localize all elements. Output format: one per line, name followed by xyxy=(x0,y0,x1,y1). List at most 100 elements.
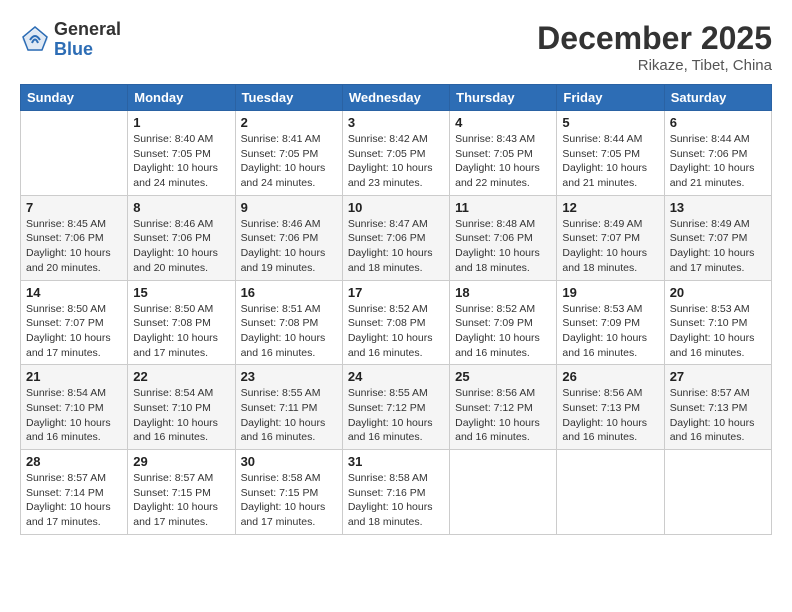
calendar-cell xyxy=(450,450,557,535)
day-number: 21 xyxy=(26,369,122,384)
day-number: 11 xyxy=(455,200,551,215)
cell-info: Sunrise: 8:57 AMSunset: 7:13 PMDaylight:… xyxy=(670,386,766,445)
cell-info: Sunrise: 8:54 AMSunset: 7:10 PMDaylight:… xyxy=(133,386,229,445)
title-block: December 2025 Rikaze, Tibet, China xyxy=(537,20,772,74)
day-number: 22 xyxy=(133,369,229,384)
calendar-cell: 22 Sunrise: 8:54 AMSunset: 7:10 PMDayligh… xyxy=(128,365,235,450)
calendar-week-row: 28 Sunrise: 8:57 AMSunset: 7:14 PMDayligh… xyxy=(21,450,772,535)
calendar-cell: 12 Sunrise: 8:49 AMSunset: 7:07 PMDayligh… xyxy=(557,195,664,280)
day-number: 7 xyxy=(26,200,122,215)
day-number: 25 xyxy=(455,369,551,384)
cell-info: Sunrise: 8:58 AMSunset: 7:16 PMDaylight:… xyxy=(348,471,444,530)
day-number: 24 xyxy=(348,369,444,384)
day-number: 14 xyxy=(26,285,122,300)
day-number: 16 xyxy=(241,285,337,300)
cell-info: Sunrise: 8:57 AMSunset: 7:15 PMDaylight:… xyxy=(133,471,229,530)
cell-info: Sunrise: 8:44 AMSunset: 7:06 PMDaylight:… xyxy=(670,132,766,191)
day-number: 18 xyxy=(455,285,551,300)
calendar-cell: 16 Sunrise: 8:51 AMSunset: 7:08 PMDayligh… xyxy=(235,280,342,365)
calendar-cell: 4 Sunrise: 8:43 AMSunset: 7:05 PMDaylight… xyxy=(450,111,557,196)
weekday-header: Sunday xyxy=(21,85,128,111)
calendar-cell: 29Sunrise: 8:57 AMSunset: 7:15 PMDayligh… xyxy=(128,450,235,535)
calendar-cell: 14 Sunrise: 8:50 AMSunset: 7:07 PMDayligh… xyxy=(21,280,128,365)
cell-info: Sunrise: 8:42 AMSunset: 7:05 PMDaylight:… xyxy=(348,132,444,191)
weekday-row: SundayMondayTuesdayWednesdayThursdayFrid… xyxy=(21,85,772,111)
cell-info: Sunrise: 8:51 AMSunset: 7:08 PMDaylight:… xyxy=(241,302,337,361)
logo: General Blue xyxy=(20,20,121,60)
day-number: 3 xyxy=(348,115,444,130)
calendar-cell: 9Sunrise: 8:46 AMSunset: 7:06 PMDaylight… xyxy=(235,195,342,280)
calendar-cell: 26Sunrise: 8:56 AMSunset: 7:13 PMDayligh… xyxy=(557,365,664,450)
calendar-cell: 18 Sunrise: 8:52 AMSunset: 7:09 PMDayligh… xyxy=(450,280,557,365)
cell-info: Sunrise: 8:52 AMSunset: 7:08 PMDaylight:… xyxy=(348,302,444,361)
calendar-cell xyxy=(664,450,771,535)
calendar-cell xyxy=(21,111,128,196)
calendar-cell: 31Sunrise: 8:58 AMSunset: 7:16 PMDayligh… xyxy=(342,450,449,535)
cell-info: Sunrise: 8:46 AMSunset: 7:06 PMDaylight:… xyxy=(241,217,337,276)
day-number: 12 xyxy=(562,200,658,215)
cell-info: Sunrise: 8:46 AMSunset: 7:06 PMDaylight:… xyxy=(133,217,229,276)
day-number: 20 xyxy=(670,285,766,300)
cell-info: Sunrise: 8:56 AMSunset: 7:12 PMDaylight:… xyxy=(455,386,551,445)
day-number: 1 xyxy=(133,115,229,130)
month-title: December 2025 xyxy=(537,20,772,57)
weekday-header: Monday xyxy=(128,85,235,111)
day-number: 6 xyxy=(670,115,766,130)
page-header: General Blue December 2025 Rikaze, Tibet… xyxy=(20,20,772,74)
calendar-header: SundayMondayTuesdayWednesdayThursdayFrid… xyxy=(21,85,772,111)
cell-info: Sunrise: 8:44 AMSunset: 7:05 PMDaylight:… xyxy=(562,132,658,191)
calendar-cell: 24 Sunrise: 8:55 AMSunset: 7:12 PMDayligh… xyxy=(342,365,449,450)
calendar-cell: 20Sunrise: 8:53 AMSunset: 7:10 PMDayligh… xyxy=(664,280,771,365)
calendar-cell xyxy=(557,450,664,535)
day-number: 28 xyxy=(26,454,122,469)
day-number: 23 xyxy=(241,369,337,384)
cell-info: Sunrise: 8:52 AMSunset: 7:09 PMDaylight:… xyxy=(455,302,551,361)
weekday-header: Thursday xyxy=(450,85,557,111)
cell-info: Sunrise: 8:41 AMSunset: 7:05 PMDaylight:… xyxy=(241,132,337,191)
day-number: 13 xyxy=(670,200,766,215)
calendar-cell: 6 Sunrise: 8:44 AMSunset: 7:06 PMDaylight… xyxy=(664,111,771,196)
cell-info: Sunrise: 8:58 AMSunset: 7:15 PMDaylight:… xyxy=(241,471,337,530)
calendar-cell: 3 Sunrise: 8:42 AMSunset: 7:05 PMDaylight… xyxy=(342,111,449,196)
cell-info: Sunrise: 8:57 AMSunset: 7:14 PMDaylight:… xyxy=(26,471,122,530)
cell-info: Sunrise: 8:49 AMSunset: 7:07 PMDaylight:… xyxy=(562,217,658,276)
weekday-header: Saturday xyxy=(664,85,771,111)
location: Rikaze, Tibet, China xyxy=(537,57,772,74)
day-number: 30 xyxy=(241,454,337,469)
calendar-cell: 27 Sunrise: 8:57 AMSunset: 7:13 PMDayligh… xyxy=(664,365,771,450)
cell-info: Sunrise: 8:43 AMSunset: 7:05 PMDaylight:… xyxy=(455,132,551,191)
cell-info: Sunrise: 8:56 AMSunset: 7:13 PMDaylight:… xyxy=(562,386,658,445)
day-number: 2 xyxy=(241,115,337,130)
day-number: 17 xyxy=(348,285,444,300)
logo-text: General Blue xyxy=(54,20,121,60)
day-number: 4 xyxy=(455,115,551,130)
cell-info: Sunrise: 8:49 AMSunset: 7:07 PMDaylight:… xyxy=(670,217,766,276)
cell-info: Sunrise: 8:55 AMSunset: 7:12 PMDaylight:… xyxy=(348,386,444,445)
calendar-cell: 15Sunrise: 8:50 AMSunset: 7:08 PMDayligh… xyxy=(128,280,235,365)
weekday-header: Tuesday xyxy=(235,85,342,111)
calendar-cell: 11Sunrise: 8:48 AMSunset: 7:06 PMDayligh… xyxy=(450,195,557,280)
calendar-cell: 23 Sunrise: 8:55 AMSunset: 7:11 PMDayligh… xyxy=(235,365,342,450)
logo-general: General xyxy=(54,20,121,40)
cell-info: Sunrise: 8:50 AMSunset: 7:08 PMDaylight:… xyxy=(133,302,229,361)
weekday-header: Friday xyxy=(557,85,664,111)
calendar-week-row: 1 Sunrise: 8:40 AMSunset: 7:05 PMDaylight… xyxy=(21,111,772,196)
calendar-cell: 28 Sunrise: 8:57 AMSunset: 7:14 PMDayligh… xyxy=(21,450,128,535)
cell-info: Sunrise: 8:54 AMSunset: 7:10 PMDaylight:… xyxy=(26,386,122,445)
day-number: 5 xyxy=(562,115,658,130)
calendar-cell: 21 Sunrise: 8:54 AMSunset: 7:10 PMDayligh… xyxy=(21,365,128,450)
calendar-cell: 10Sunrise: 8:47 AMSunset: 7:06 PMDayligh… xyxy=(342,195,449,280)
calendar-cell: 17 Sunrise: 8:52 AMSunset: 7:08 PMDayligh… xyxy=(342,280,449,365)
cell-info: Sunrise: 8:55 AMSunset: 7:11 PMDaylight:… xyxy=(241,386,337,445)
day-number: 8 xyxy=(133,200,229,215)
weekday-header: Wednesday xyxy=(342,85,449,111)
calendar-week-row: 7Sunrise: 8:45 AMSunset: 7:06 PMDaylight… xyxy=(21,195,772,280)
day-number: 10 xyxy=(348,200,444,215)
calendar-cell: 5 Sunrise: 8:44 AMSunset: 7:05 PMDaylight… xyxy=(557,111,664,196)
cell-info: Sunrise: 8:50 AMSunset: 7:07 PMDaylight:… xyxy=(26,302,122,361)
calendar-week-row: 21 Sunrise: 8:54 AMSunset: 7:10 PMDayligh… xyxy=(21,365,772,450)
calendar-cell: 13 Sunrise: 8:49 AMSunset: 7:07 PMDayligh… xyxy=(664,195,771,280)
day-number: 27 xyxy=(670,369,766,384)
calendar: SundayMondayTuesdayWednesdayThursdayFrid… xyxy=(20,84,772,535)
cell-info: Sunrise: 8:40 AMSunset: 7:05 PMDaylight:… xyxy=(133,132,229,191)
